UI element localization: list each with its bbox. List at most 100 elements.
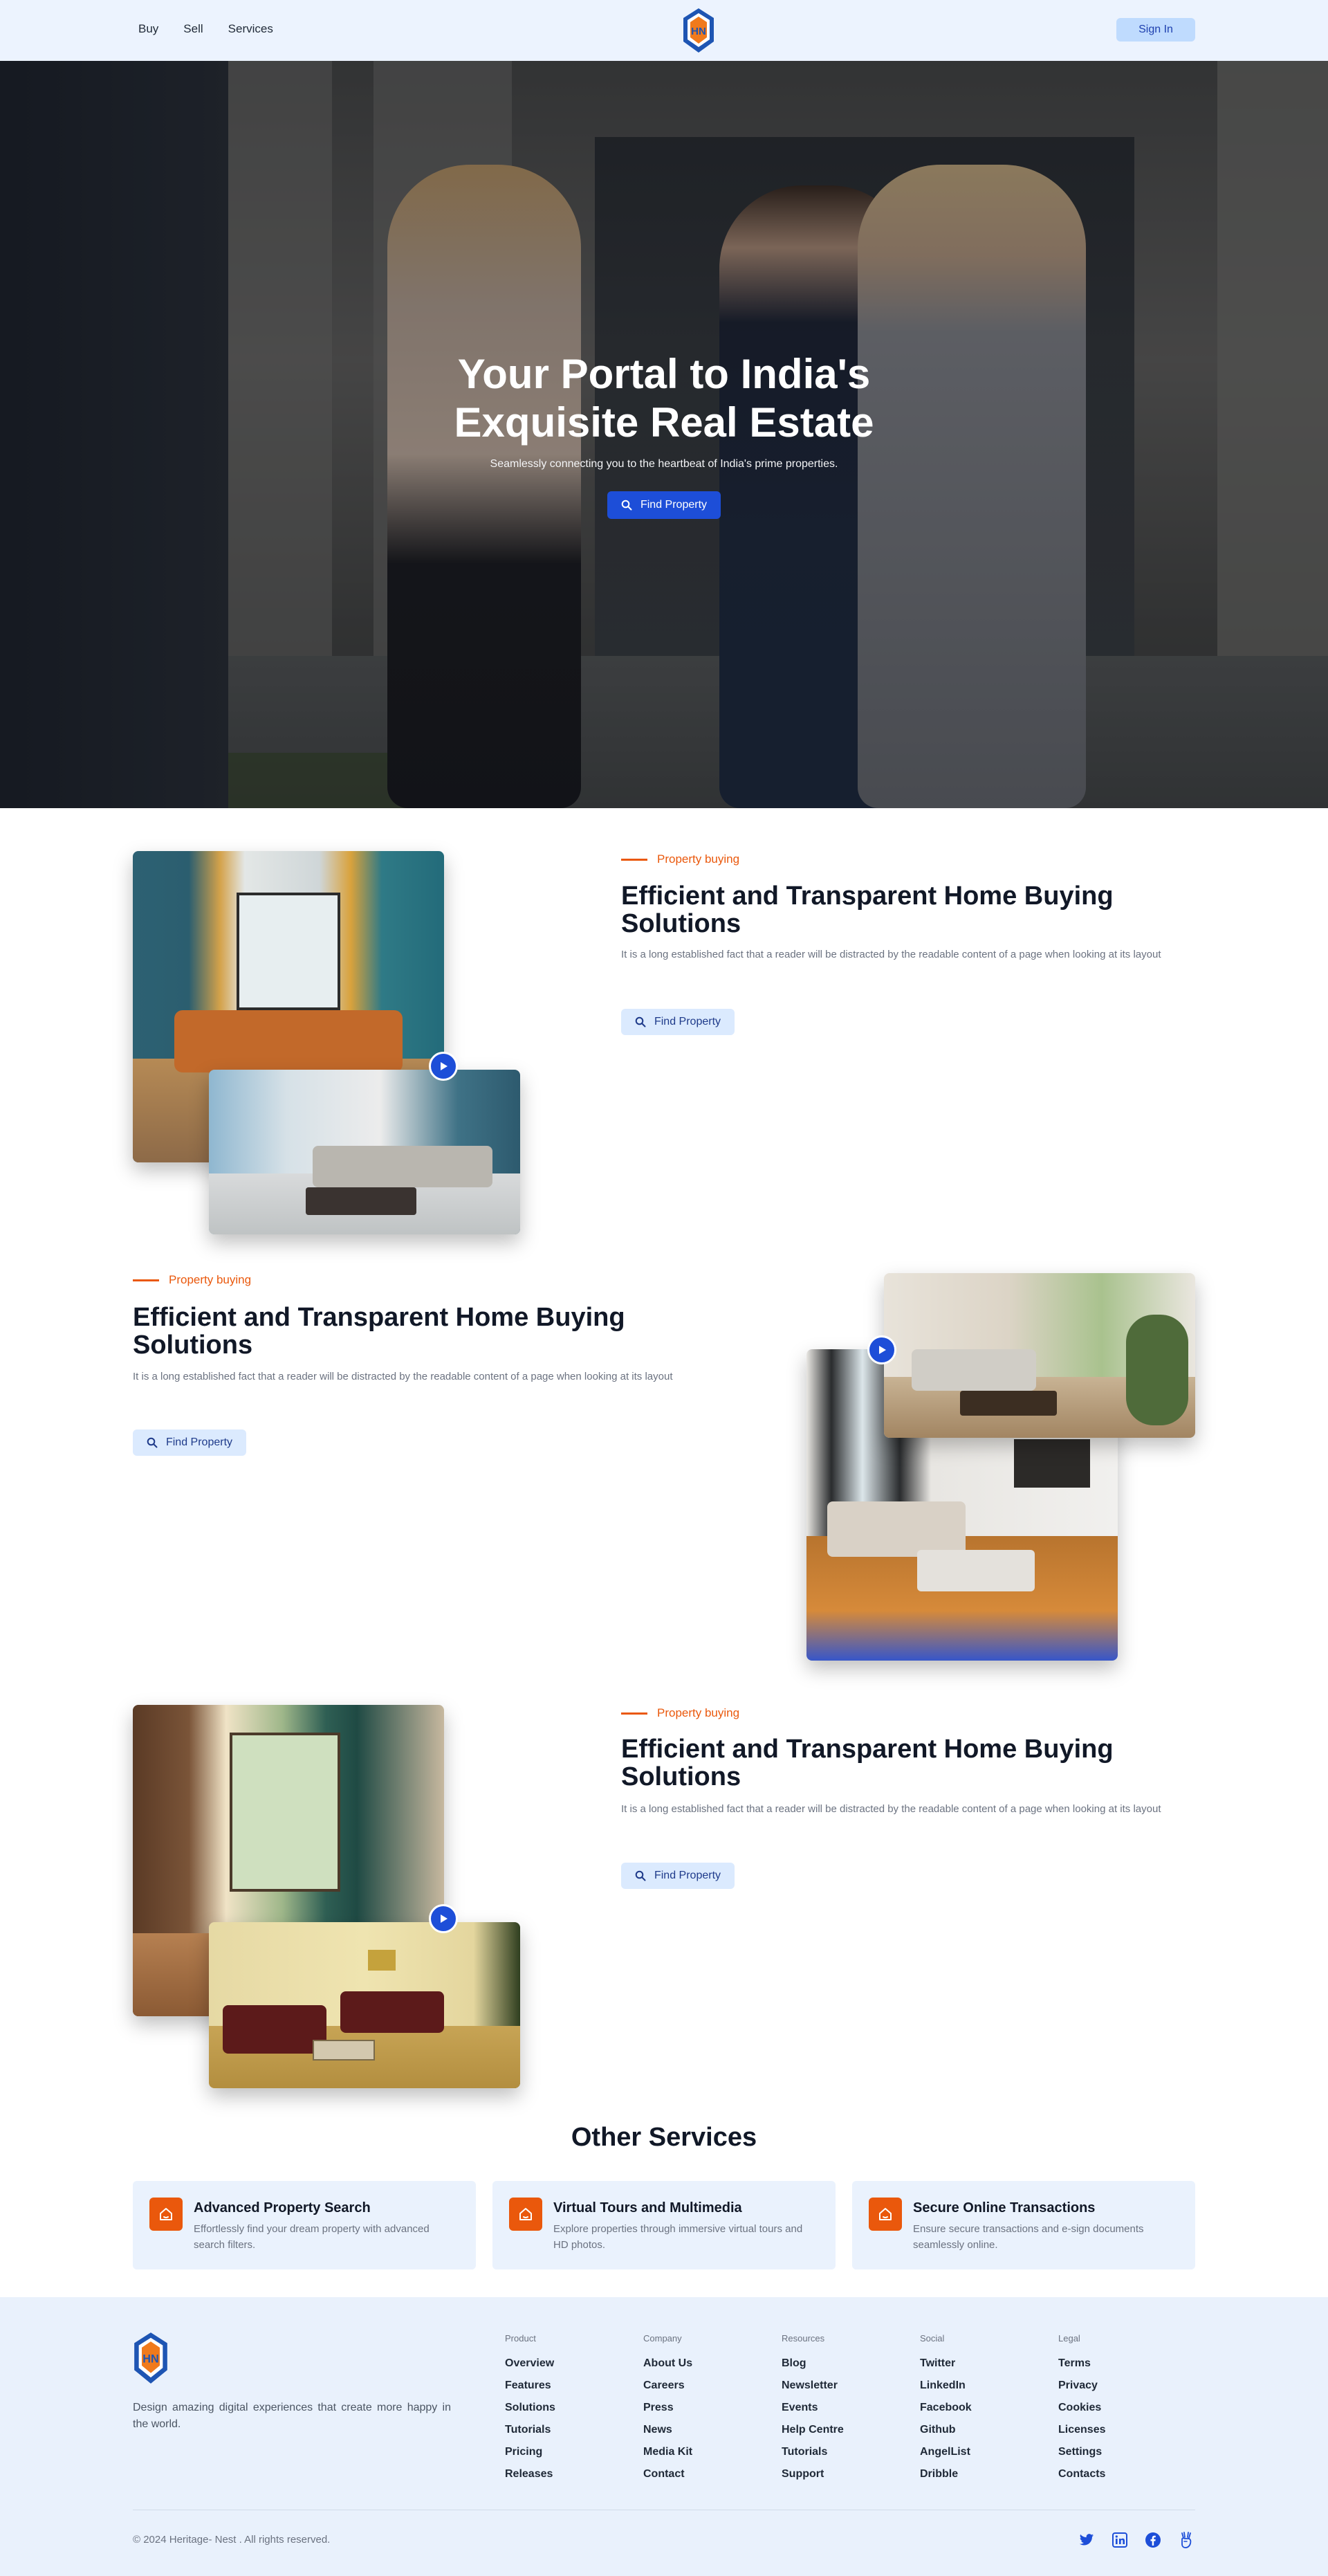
search-icon xyxy=(635,1870,646,1881)
footer-link[interactable]: Features xyxy=(505,2375,555,2397)
feature-title-1: Efficient and Transparent Home Buying So… xyxy=(621,882,1161,938)
footer-link[interactable]: Events xyxy=(782,2397,844,2419)
home-icon xyxy=(149,2198,183,2231)
nav-link-services[interactable]: Services xyxy=(228,22,273,36)
service-title-virtual-tours: Virtual Tours and Multimedia xyxy=(553,2200,742,2216)
service-title-search: Advanced Property Search xyxy=(194,2200,371,2216)
search-icon xyxy=(621,500,632,511)
footer-heading: Resources xyxy=(782,2333,825,2344)
hero-find-property-button[interactable]: Find Property xyxy=(607,491,721,519)
footer-column-company: Company About Us Careers Press News Medi… xyxy=(643,2333,692,2485)
hero-title-line-1: Your Portal to India's xyxy=(457,351,871,397)
nav-links: Buy Sell Services xyxy=(138,22,273,36)
hero-find-property-label: Find Property xyxy=(640,499,708,511)
footer-heading: Social xyxy=(920,2333,945,2344)
feature-eyebrow-2: Property buying xyxy=(133,1273,251,1287)
footer-column-resources: Resources Blog Newsletter Events Help Ce… xyxy=(782,2333,844,2485)
service-card-search[interactable]: Advanced Property Search Effortlessly fi… xyxy=(133,2181,476,2269)
footer-link[interactable]: Support xyxy=(782,2463,844,2485)
footer-link[interactable]: Pricing xyxy=(505,2441,555,2463)
feature-find-property-label-1: Find Property xyxy=(654,1016,721,1027)
service-title-transactions: Secure Online Transactions xyxy=(913,2200,1096,2216)
service-card-virtual-tours[interactable]: Virtual Tours and Multimedia Explore pro… xyxy=(492,2181,836,2269)
footer-heading: Company xyxy=(643,2333,682,2344)
footer-link[interactable]: Newsletter xyxy=(782,2375,844,2397)
footer-link[interactable]: Careers xyxy=(643,2375,692,2397)
footer-link[interactable]: About Us xyxy=(643,2353,692,2375)
svg-text:HN: HN xyxy=(691,26,706,37)
footer-column-product: Product Overview Features Solutions Tuto… xyxy=(505,2333,555,2485)
footer-link[interactable]: Github xyxy=(920,2419,972,2441)
feature-find-property-button-2[interactable]: Find Property xyxy=(133,1429,246,1456)
play-icon xyxy=(441,1062,448,1070)
footer-link[interactable]: LinkedIn xyxy=(920,2375,972,2397)
footer-column-legal: Legal Terms Privacy Cookies Licenses Set… xyxy=(1058,2333,1105,2485)
footer-link[interactable]: Releases xyxy=(505,2463,555,2485)
footer-tagline: Design amazing digital experiences that … xyxy=(133,2402,451,2430)
living-room-photo-maroon-sofa xyxy=(209,1922,520,2088)
feature-description-1: It is a long established fact that a rea… xyxy=(621,949,1161,960)
hero-title: Your Portal to India's Exquisite Real Es… xyxy=(387,350,941,447)
feature-find-property-label-2: Find Property xyxy=(165,1436,233,1448)
feature-find-property-button-3[interactable]: Find Property xyxy=(621,1863,735,1889)
footer-column-social: Social Twitter LinkedIn Facebook Github … xyxy=(920,2333,972,2485)
feature-eyebrow-3: Property buying xyxy=(621,1706,739,1720)
angellist-icon[interactable] xyxy=(1177,2531,1195,2549)
search-icon xyxy=(147,1437,158,1448)
footer-link[interactable]: Cookies xyxy=(1058,2397,1105,2419)
feature-title-1-line-1: Efficient and Transparent Home Buying xyxy=(621,881,1114,911)
footer-link[interactable]: Privacy xyxy=(1058,2375,1105,2397)
footer-heading: Legal xyxy=(1058,2333,1080,2344)
service-description-search: Effortlessly find your dream property wi… xyxy=(194,2223,430,2251)
footer-link[interactable]: Solutions xyxy=(505,2397,555,2419)
service-description-transactions: Ensure secure transactions and e-sign do… xyxy=(913,2223,1144,2251)
play-video-button-2[interactable] xyxy=(867,1335,896,1364)
footer-link[interactable]: Press xyxy=(643,2397,692,2419)
living-room-photo-open-plan xyxy=(884,1273,1195,1438)
footer-link[interactable]: Overview xyxy=(505,2353,555,2375)
heritage-nest-logo-icon[interactable]: HN xyxy=(682,7,715,54)
feature-description-2: It is a long established fact that a rea… xyxy=(133,1371,673,1382)
footer-link[interactable]: Contacts xyxy=(1058,2463,1105,2485)
footer-link[interactable]: Media Kit xyxy=(643,2441,692,2463)
feature-eyebrow-1: Property buying xyxy=(621,852,739,866)
footer-link[interactable]: Facebook xyxy=(920,2397,972,2419)
facebook-icon[interactable] xyxy=(1144,2531,1162,2549)
feature-find-property-button-1[interactable]: Find Property xyxy=(621,1009,735,1035)
service-description-virtual-tours: Explore properties through immersive vir… xyxy=(553,2223,803,2251)
twitter-icon[interactable] xyxy=(1078,2531,1096,2549)
heritage-nest-logo-icon[interactable]: HN xyxy=(133,2330,169,2386)
footer-link[interactable]: News xyxy=(643,2419,692,2441)
feature-title-3-line-1: Efficient and Transparent Home Buying xyxy=(621,1735,1114,1764)
feature-title-3: Efficient and Transparent Home Buying So… xyxy=(621,1735,1161,1791)
feature-title-2-line-2: Solutions xyxy=(133,1331,253,1360)
nav-link-buy[interactable]: Buy xyxy=(138,22,158,36)
footer-link[interactable]: Dribble xyxy=(920,2463,972,2485)
footer-link[interactable]: AngelList xyxy=(920,2441,972,2463)
play-icon xyxy=(879,1346,886,1354)
svg-text:HN: HN xyxy=(142,2353,158,2366)
site-footer: HN Design amazing digital experiences th… xyxy=(0,2297,1328,2576)
footer-link[interactable]: Blog xyxy=(782,2353,844,2375)
feature-title-2-line-1: Efficient and Transparent Home Buying xyxy=(133,1303,625,1332)
footer-link[interactable]: Settings xyxy=(1058,2441,1105,2463)
footer-link[interactable]: Tutorials xyxy=(505,2419,555,2441)
footer-link[interactable]: Twitter xyxy=(920,2353,972,2375)
sign-in-button[interactable]: Sign In xyxy=(1116,18,1195,42)
top-navbar: Buy Sell Services HN Sign In xyxy=(0,0,1328,61)
footer-heading: Product xyxy=(505,2333,536,2344)
service-card-transactions[interactable]: Secure Online Transactions Ensure secure… xyxy=(852,2181,1195,2269)
footer-link[interactable]: Licenses xyxy=(1058,2419,1105,2441)
footer-copyright: © 2024 Heritage- Nest . All rights reser… xyxy=(133,2534,331,2546)
footer-link[interactable]: Contact xyxy=(643,2463,692,2485)
footer-link[interactable]: Tutorials xyxy=(782,2441,844,2463)
footer-link[interactable]: Help Centre xyxy=(782,2419,844,2441)
feature-find-property-label-3: Find Property xyxy=(654,1870,721,1881)
play-video-button-3[interactable] xyxy=(429,1904,458,1933)
nav-link-sell[interactable]: Sell xyxy=(183,22,203,36)
hero-title-line-2: Exquisite Real Estate xyxy=(454,399,874,446)
footer-link[interactable]: Terms xyxy=(1058,2353,1105,2375)
play-video-button-1[interactable] xyxy=(429,1052,458,1081)
home-icon xyxy=(869,2198,902,2231)
linkedin-icon[interactable] xyxy=(1111,2531,1129,2549)
